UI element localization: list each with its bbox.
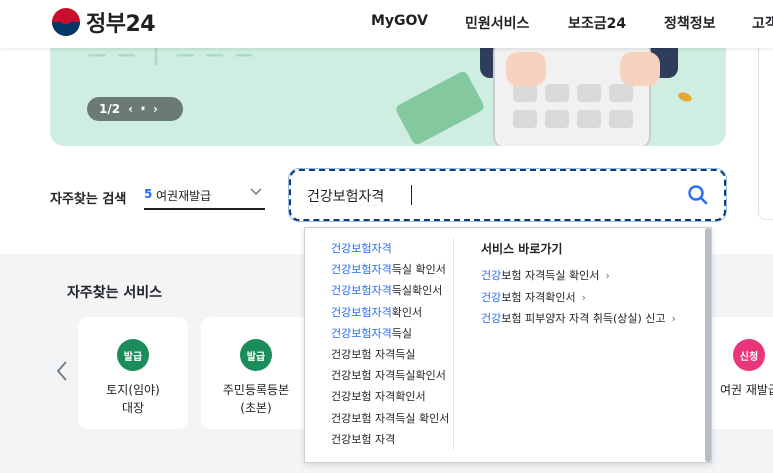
pager-pause-icon[interactable]: ⏸: [141, 104, 145, 114]
nav-customer[interactable]: 고객: [752, 13, 773, 33]
autocomplete-dropdown: 건강보험자격 건강보험자격득실 확인서 건강보험자격득실확인서 건강보험자격확인…: [304, 227, 712, 463]
service-name-line1: 주민등록등본: [222, 383, 290, 397]
chevron-right-icon: ›: [671, 312, 676, 326]
nav-subsidy24[interactable]: 보조금24: [568, 13, 626, 33]
shortcut-link[interactable]: 건강보험 피부양자 자격 취득(상실) 신고 ›: [481, 308, 676, 330]
frequent-search-select[interactable]: 5 여권재발급: [144, 182, 265, 210]
service-name-line1: 여권 재발급: [720, 383, 773, 397]
section-title: 자주찾는 서비스: [67, 285, 163, 301]
banner-carousel[interactable]: ㅡ ㅡ ㅣ ㅡ ㅡ ㅡ 1/2 ‹ ⏸ ›: [50, 48, 726, 146]
suggestion-item[interactable]: 건강보험자격득실확인서: [331, 280, 461, 301]
nav-policy-info[interactable]: 정책정보: [664, 13, 716, 33]
suggestion-item[interactable]: 건강보험 자격: [331, 429, 461, 450]
pager-count: 1/2: [99, 102, 121, 116]
banner-title: ㅡ ㅡ ㅣ ㅡ ㅡ ㅡ: [88, 48, 256, 68]
logo-text: 정부24: [86, 12, 156, 37]
side-panel-edge: [758, 48, 773, 220]
service-name: 주민등록등본 (초본): [201, 381, 311, 417]
service-name-line2: (초본): [240, 401, 272, 415]
suggestion-item[interactable]: 건강보험 자격득실확인서: [331, 365, 461, 386]
issue-badge: 발급: [240, 339, 272, 371]
service-card[interactable]: 발급 토지(임야) 대장: [78, 317, 188, 429]
dropdown-scrollbar[interactable]: [705, 228, 711, 462]
search-box: [289, 169, 726, 221]
nav-civil-service[interactable]: 민원서비스: [465, 13, 529, 33]
shortcuts-title: 서비스 바로가기: [481, 242, 563, 256]
coin-illustration: [677, 90, 693, 104]
site-header: 정부24 MyGOV 민원서비스 보조금24 정책정보 고객: [0, 0, 773, 48]
suggestion-item[interactable]: 건강보험자격: [331, 238, 461, 259]
suggestion-list: 건강보험자격 건강보험자격득실 확인서 건강보험자격득실확인서 건강보험자격확인…: [331, 238, 461, 450]
select-rank: 5: [144, 187, 153, 201]
chevron-right-icon: ›: [581, 290, 586, 304]
money-illustration: [394, 69, 486, 146]
carousel-prev-icon[interactable]: [56, 360, 68, 387]
hand-illustration: [506, 52, 546, 86]
service-name-line1: 토지(임야): [106, 383, 160, 397]
select-keyword: 여권재발급: [156, 189, 212, 203]
suggestion-item[interactable]: 건강보험자격득실: [331, 323, 461, 344]
suggestion-item[interactable]: 건강보험 자격득실 확인서: [331, 408, 461, 429]
site-logo[interactable]: 정부24: [52, 6, 156, 38]
suggestion-item[interactable]: 건강보험 자격확인서: [331, 386, 461, 407]
suggestion-item[interactable]: 건강보험자격득실 확인서: [331, 259, 461, 280]
taegeuk-emblem-icon: [52, 8, 80, 36]
dropdown-divider: [453, 238, 454, 450]
service-shortcuts: 서비스 바로가기 건강보험 자격득실 확인서 › 건강보험 자격확인서 › 건강보험…: [481, 240, 676, 330]
banner-pager: 1/2 ‹ ⏸ ›: [87, 97, 183, 121]
pager-next-icon[interactable]: ›: [153, 102, 158, 116]
suggestion-item[interactable]: 건강보험자격확인서: [331, 302, 461, 323]
text-caret: [411, 185, 412, 205]
chevron-right-icon: ›: [605, 269, 610, 282]
frequent-search-label: 자주찾는 검색: [50, 192, 127, 207]
service-name-line2: 대장: [121, 401, 145, 415]
hand-illustration: [620, 52, 660, 86]
scrollbar-thumb[interactable]: [705, 228, 711, 462]
search-icon[interactable]: [686, 183, 710, 207]
chevron-down-icon: [249, 184, 263, 202]
shortcut-link[interactable]: 건강보험 자격득실 확인서 ›: [481, 265, 676, 287]
top-section: ㅡ ㅡ ㅣ ㅡ ㅡ ㅡ 1/2 ‹ ⏸ › 자주찾는 검색 5 여권재발급: [0, 48, 773, 254]
suggestion-item[interactable]: 건강보험 자격득실: [331, 344, 461, 365]
apply-badge: 신청: [733, 339, 765, 371]
pager-prev-icon[interactable]: ‹: [128, 102, 133, 116]
service-name: 토지(임야) 대장: [78, 381, 188, 417]
service-name: 여권 재발급: [720, 381, 773, 399]
service-card[interactable]: 발급 주민등록등본 (초본): [201, 317, 311, 429]
nav-mygov[interactable]: MyGOV: [371, 13, 428, 29]
shortcut-link[interactable]: 건강보험 자격확인서 ›: [481, 287, 676, 309]
search-input[interactable]: [307, 184, 667, 208]
issue-badge: 발급: [117, 339, 149, 371]
